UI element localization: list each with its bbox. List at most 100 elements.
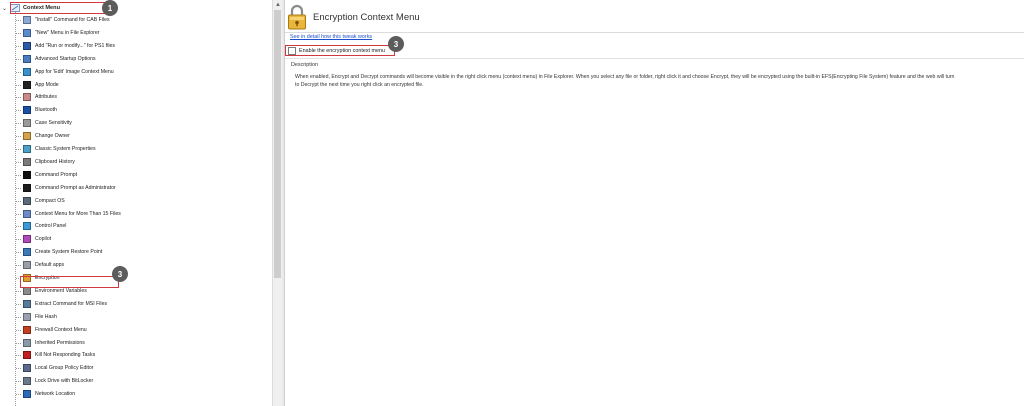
tree-item[interactable]: Extract Command for MSI Files <box>23 298 107 310</box>
step-badge-1: 1 <box>102 0 118 16</box>
tweak-details-link[interactable]: See in detail how this tweak works <box>290 34 372 40</box>
network-location-icon <box>23 390 31 399</box>
tree-connector <box>16 355 21 357</box>
header-divider <box>285 32 1024 33</box>
tree-connector <box>16 252 21 254</box>
tree-connector <box>16 123 21 125</box>
tree-connector <box>16 226 21 228</box>
tree-item-label: Classic System Properties <box>35 146 96 152</box>
description-divider <box>285 58 1024 59</box>
tree-item[interactable]: App for 'Edit' Image Context Menu <box>23 66 114 78</box>
tree-connector <box>16 20 21 21</box>
tree-connector <box>16 200 21 202</box>
tree-item-label: Advanced Startup Options <box>35 55 96 62</box>
panel-title: Encryption Context Menu <box>313 12 420 23</box>
tree-item[interactable]: Clipboard History <box>23 156 75 168</box>
tree-item[interactable]: Classic System Properties <box>23 143 96 155</box>
tree-item[interactable]: Inherited Permissions <box>23 337 85 349</box>
description-line-1: When enabled, Encrypt and Decrypt comman… <box>295 74 955 80</box>
tree-root-label: Context Menu <box>23 5 60 11</box>
startup-options-icon <box>23 54 31 63</box>
tree-item[interactable]: Control Panel <box>23 220 66 232</box>
tree-item[interactable]: Environment Variables <box>23 285 87 297</box>
tree-connector <box>16 290 21 292</box>
tree-item[interactable]: Attributes <box>23 91 57 103</box>
tree-item-label: Compact OS <box>35 197 65 204</box>
tree-item[interactable]: Network Location <box>23 388 75 400</box>
tree-connector <box>16 342 21 344</box>
tree-item[interactable]: Default apps <box>23 259 64 271</box>
copilot-icon <box>23 235 31 244</box>
tree-item[interactable]: App Mode <box>23 79 59 91</box>
tree-item-label: Environment Variables <box>35 287 87 294</box>
new-menu-icon <box>23 28 31 37</box>
tree-connector <box>16 32 21 34</box>
tree-item[interactable]: Kill Not Responding Tasks <box>23 349 95 361</box>
tree-connector <box>16 149 21 150</box>
control-panel-icon <box>23 222 31 231</box>
image-edit-icon <box>23 67 31 76</box>
tree-item[interactable]: Encryption <box>23 272 60 284</box>
tree-item-label: Bluetooth <box>35 107 57 114</box>
command-prompt-icon <box>23 170 31 179</box>
enable-encryption-checkbox[interactable] <box>288 47 296 55</box>
tree-connector <box>16 136 21 138</box>
enable-encryption-label[interactable]: Enable the encryption context menu <box>299 48 385 54</box>
tree-item-label: Command Prompt <box>35 171 78 178</box>
tree-connector <box>16 265 21 267</box>
tree-item[interactable]: Bluetooth <box>23 104 57 116</box>
tree-item-label: "New" Menu in File Explorer <box>35 29 100 36</box>
kill-tasks-icon <box>23 351 31 360</box>
tree-item-label: Network Location <box>35 391 76 398</box>
tree-item-label: Command Prompt as Administrator <box>35 184 116 191</box>
tree-connector <box>16 381 21 383</box>
tree-item-label: Default apps <box>35 262 65 269</box>
enable-encryption-checkbox-row[interactable]: Enable the encryption context menu <box>288 46 385 56</box>
tree-item[interactable]: Local Group Policy Editor <box>23 362 94 374</box>
tree-item-label: Create System Restore Point <box>35 249 103 256</box>
tree-connector <box>16 84 21 86</box>
tree-item[interactable]: File Hash <box>23 311 57 323</box>
tree-item-label: Inherited Permissions <box>35 339 85 346</box>
step-badge-checkbox: 3 <box>388 36 404 52</box>
tree-item[interactable]: Copilot <box>23 233 51 245</box>
tree-item-label: Clipboard History <box>35 158 75 165</box>
tree-item[interactable]: Command Prompt as Administrator <box>23 182 116 194</box>
tree-item[interactable]: "New" Menu in File Explorer <box>23 27 100 39</box>
tree-connector <box>16 97 21 99</box>
scroll-thumb[interactable] <box>274 10 281 278</box>
tree-item[interactable]: Lock Drive with BitLocker <box>23 375 93 387</box>
tree-item[interactable]: Compact OS <box>23 195 65 207</box>
tree-item[interactable]: Change Owner <box>23 130 70 142</box>
clipboard-icon <box>23 157 31 166</box>
tree-connector <box>16 71 21 73</box>
description-text: When enabled, Encrypt and Decrypt comman… <box>295 73 1024 89</box>
tree-item-label: Control Panel <box>35 223 67 230</box>
tree-item-label: Local Group Policy Editor <box>35 365 94 372</box>
tree-item[interactable]: Create System Restore Point <box>23 246 102 258</box>
system-properties-icon <box>23 145 31 153</box>
tree-item[interactable]: Context Menu for More Than 15 Files <box>23 208 121 220</box>
tree-item-label: App Mode <box>35 81 59 88</box>
tree-item[interactable]: Firewall Context Menu <box>23 324 87 336</box>
tree-item-label: Case Sensitivity <box>35 120 72 127</box>
tree-scrollbar[interactable]: ▲ <box>272 0 282 406</box>
case-sensitivity-icon <box>23 119 31 128</box>
tree-item[interactable]: "Install" Command for CAB Files <box>23 14 110 26</box>
tree-connector <box>16 316 21 318</box>
padlock-icon <box>288 4 306 30</box>
tree-item[interactable]: Case Sensitivity <box>23 117 72 129</box>
tree-item[interactable]: Add "Run or modify..." for PS1 files <box>23 40 115 52</box>
chevron-down-icon[interactable]: ⌄ <box>2 5 8 12</box>
tree-connector <box>16 329 21 331</box>
change-owner-icon <box>23 132 31 141</box>
tree-root-context-menu[interactable]: ⌄ Context Menu <box>0 2 60 14</box>
tree-connector <box>16 368 21 370</box>
bitlocker-icon <box>23 377 31 386</box>
tree-item[interactable]: Advanced Startup Options <box>23 53 96 65</box>
tree-item[interactable]: Command Prompt <box>23 169 77 181</box>
tree-connector <box>16 394 21 396</box>
tree-item-label: Encryption <box>35 275 60 281</box>
tree-item-label: File Hash <box>35 313 57 320</box>
context-menu-icon <box>23 209 31 218</box>
